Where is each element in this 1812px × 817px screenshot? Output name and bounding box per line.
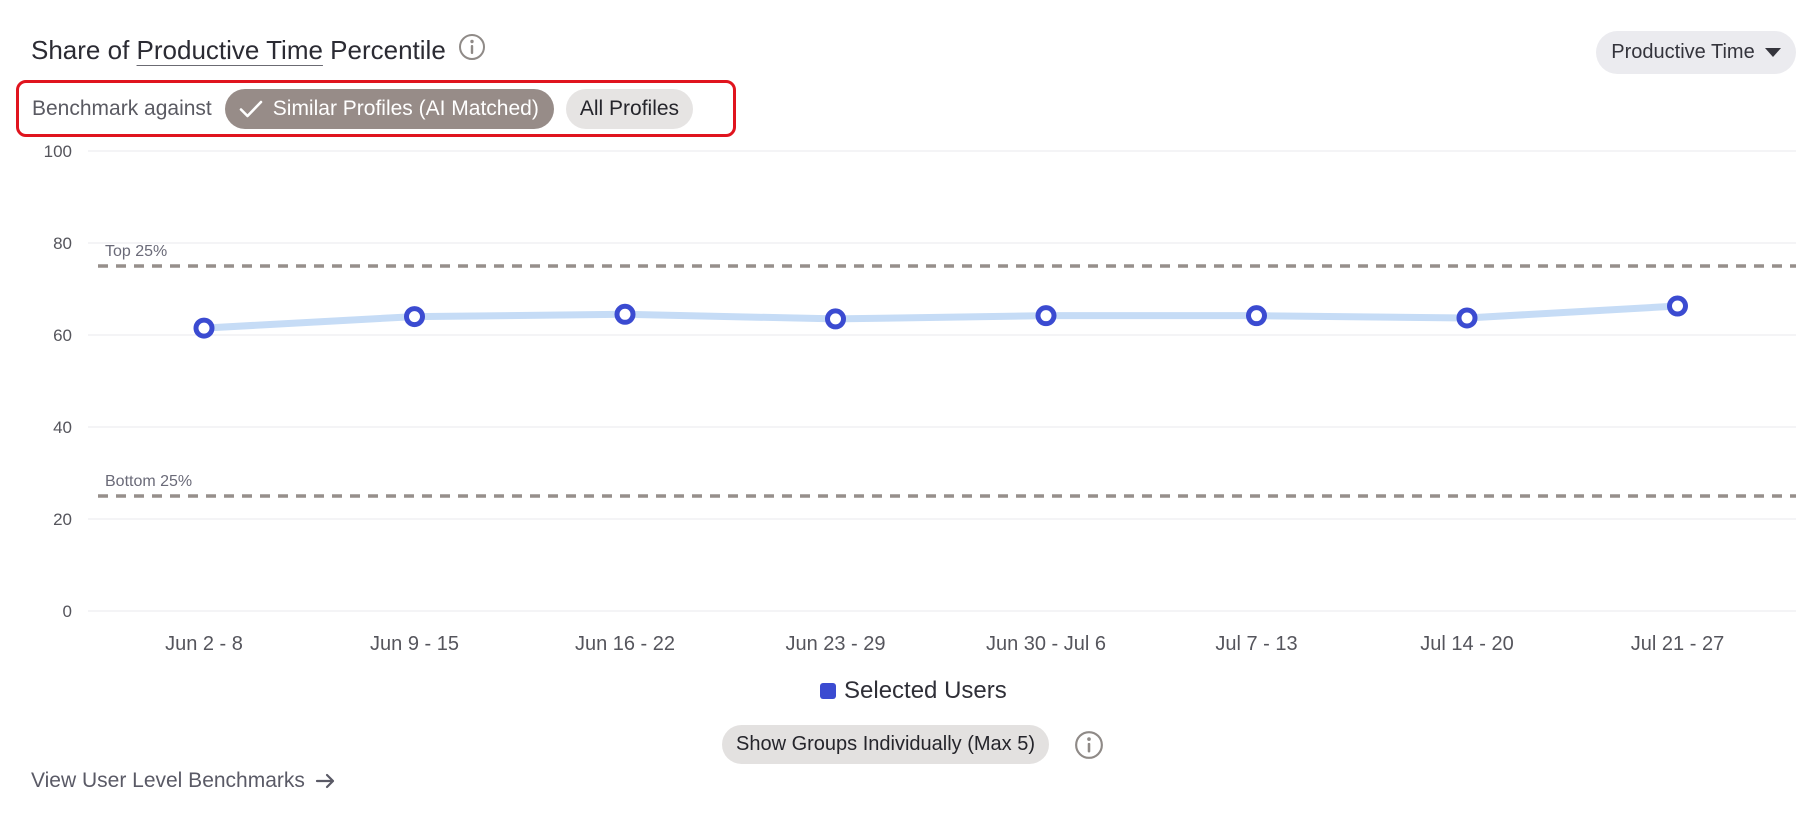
legend-swatch <box>820 683 836 699</box>
reference-line-label: Top 25% <box>105 243 167 260</box>
y-tick-label: 100 <box>44 142 72 161</box>
y-tick-label: 60 <box>53 326 72 345</box>
data-point <box>404 306 425 328</box>
data-point <box>193 317 215 339</box>
x-tick-label: Jul 21 - 27 <box>1631 633 1724 655</box>
chart-legend[interactable]: Selected Users <box>820 677 1007 705</box>
data-point <box>1667 295 1688 317</box>
view-link-label: View User Level Benchmarks <box>31 769 305 792</box>
view-user-level-benchmarks-link[interactable]: View User Level Benchmarks <box>31 769 337 793</box>
x-tick-label: Jun 9 - 15 <box>370 633 459 655</box>
data-point <box>1456 307 1478 329</box>
series-line <box>200 302 1681 332</box>
line-chart: 0 20 40 60 80 100 Top 25% Bottom 25% Jun 2 - 8 Ju… <box>44 142 1796 655</box>
x-tick-label: Jun 16 - 22 <box>575 633 675 655</box>
x-tick-label: Jul 7 - 13 <box>1215 633 1297 655</box>
data-point <box>825 308 846 330</box>
y-tick-label: 80 <box>53 234 72 253</box>
x-tick-label: Jun 2 - 8 <box>165 633 243 655</box>
show-groups-individually-button[interactable]: Show Groups Individually (Max 5) <box>722 725 1050 764</box>
legend-label: Selected Users <box>844 677 1007 704</box>
y-tick-label: 20 <box>53 510 72 529</box>
y-tick-label: 0 <box>63 602 72 621</box>
info-icon[interactable] <box>1074 730 1104 765</box>
reference-line-label: Bottom 25% <box>105 473 192 490</box>
data-point <box>1246 305 1267 327</box>
x-tick-label: Jun 23 - 29 <box>785 633 885 655</box>
arrow-right-icon <box>315 773 335 789</box>
show-groups-label: Show Groups Individually (Max 5) <box>736 733 1036 755</box>
data-point <box>1035 305 1057 327</box>
x-tick-label: Jul 14 - 20 <box>1420 633 1513 655</box>
data-point <box>614 303 636 325</box>
x-tick-label: Jun 30 - Jul 6 <box>986 633 1106 655</box>
y-tick-label: 40 <box>53 418 72 437</box>
